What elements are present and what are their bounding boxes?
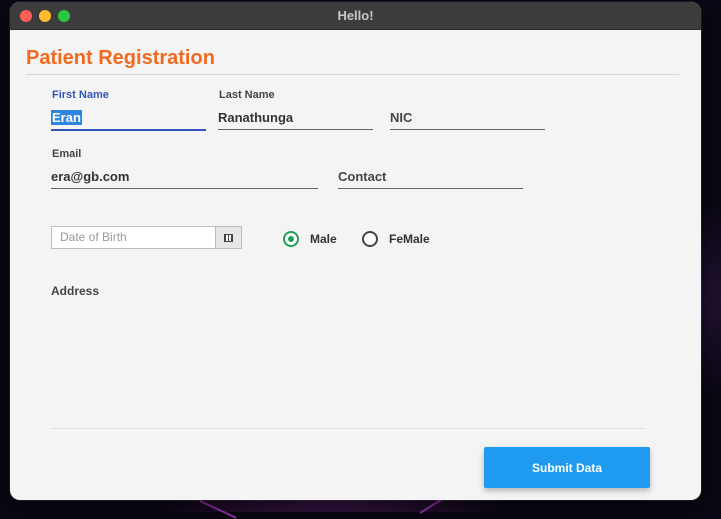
last-name-label: Last Name	[219, 89, 275, 101]
first-name-value: Eran	[51, 110, 82, 125]
title-bar[interactable]: Hello!	[10, 2, 701, 30]
email-field[interactable]: era@gb.com	[51, 166, 318, 189]
date-picker-button[interactable]	[215, 226, 242, 249]
app-window: Hello! Patient Registration First Name E…	[10, 2, 701, 500]
page-title: Patient Registration	[26, 47, 215, 69]
window-title: Hello!	[337, 8, 374, 23]
submit-data-button[interactable]: Submit Data	[484, 447, 650, 488]
gender-female-radio[interactable]	[362, 231, 378, 247]
gender-male-label[interactable]: Male	[310, 232, 337, 246]
title-divider	[26, 74, 679, 75]
nic-placeholder: NIC	[390, 110, 413, 125]
address-label: Address	[51, 284, 100, 298]
gender-male-radio[interactable]	[283, 231, 299, 247]
last-name-value: Ranathunga	[218, 110, 294, 125]
date-of-birth-input[interactable]: Date of Birth	[51, 226, 215, 249]
email-label: Email	[52, 148, 82, 160]
first-name-field[interactable]: Eran	[51, 107, 206, 131]
gender-female-label[interactable]: FeMale	[389, 232, 430, 246]
contact-placeholder: Contact	[338, 169, 387, 184]
nic-field[interactable]: NIC	[390, 107, 545, 130]
calendar-icon	[224, 233, 233, 242]
first-name-label: First Name	[52, 89, 109, 101]
date-of-birth-placeholder: Date of Birth	[60, 230, 127, 244]
contact-field[interactable]: Contact	[338, 166, 523, 189]
address-field-underline[interactable]	[51, 428, 645, 429]
email-value: era@gb.com	[51, 169, 130, 184]
last-name-field[interactable]: Ranathunga	[218, 107, 373, 130]
